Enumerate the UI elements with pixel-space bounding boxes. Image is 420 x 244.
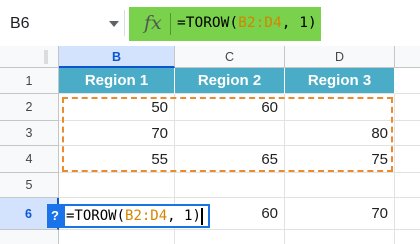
cell-c4[interactable]: 65: [175, 146, 285, 173]
row-header-2[interactable]: 2: [0, 94, 59, 121]
cell-c3[interactable]: [175, 121, 285, 146]
header-cell-region-2[interactable]: Region 2: [175, 68, 285, 94]
toolbar: B6 fx =TOROW(B2:D4, 1): [0, 0, 420, 46]
select-all-corner[interactable]: [0, 46, 59, 68]
cell-e6[interactable]: [395, 198, 420, 230]
cell-editor-b6[interactable]: =TOROW(B2:D4, 1): [63, 204, 210, 228]
editor-prefix: =TOROW(: [66, 208, 126, 224]
column-header-c[interactable]: C: [175, 46, 285, 68]
row-header-1[interactable]: 1: [0, 68, 59, 94]
formula-bar[interactable]: fx =TOROW(B2:D4, 1): [129, 7, 321, 41]
formula-prefix: =TOROW(: [177, 15, 239, 31]
cell-d7[interactable]: [285, 230, 395, 244]
formula-text[interactable]: =TOROW(B2:D4, 1): [177, 15, 317, 31]
row-header-4[interactable]: 4: [0, 146, 59, 173]
cell-c5[interactable]: [175, 173, 285, 198]
row-header-7[interactable]: [0, 230, 59, 244]
cell-c7[interactable]: [175, 230, 285, 244]
cell-d6[interactable]: 70: [285, 198, 395, 230]
cell-e3[interactable]: [395, 121, 420, 146]
text-cursor: [200, 207, 203, 225]
formula-help-button[interactable]: ?: [47, 204, 63, 228]
cell-e4[interactable]: [395, 146, 420, 173]
cell-d3[interactable]: 80: [285, 121, 395, 146]
name-box[interactable]: B6: [6, 11, 119, 37]
editor-suffix: , 1): [167, 208, 201, 224]
header-cell-region-3[interactable]: Region 3: [285, 68, 395, 94]
row-header-5[interactable]: 5: [0, 173, 59, 198]
formula-suffix: , 1): [281, 15, 317, 31]
divider: [124, 10, 125, 36]
spreadsheet-grid: B C D 1 2 3 4 5 6 Region 1 Region 2 Regi…: [0, 46, 420, 244]
header-cell-region-1[interactable]: Region 1: [59, 68, 175, 94]
editor-range-ref: B2:D4: [125, 208, 168, 224]
column-header-d[interactable]: D: [285, 46, 395, 68]
cell-d4[interactable]: 75: [285, 146, 395, 173]
cell-e1[interactable]: [395, 68, 420, 94]
cell-d2[interactable]: [285, 94, 395, 121]
name-box-value: B6: [10, 15, 30, 32]
chevron-down-icon[interactable]: [109, 21, 119, 27]
row-header-3[interactable]: 3: [0, 121, 59, 146]
cell-b3[interactable]: 70: [59, 121, 175, 146]
cell-b2[interactable]: 50: [59, 94, 175, 121]
cell-b4[interactable]: 55: [59, 146, 175, 173]
cell-d5[interactable]: [285, 173, 395, 198]
formula-range-ref: B2:D4: [238, 15, 282, 31]
fx-icon: fx: [144, 12, 162, 34]
column-header-e[interactable]: [395, 46, 420, 68]
cell-c2[interactable]: 60: [175, 94, 285, 121]
cell-b7[interactable]: [59, 230, 175, 244]
cell-e5[interactable]: [395, 173, 420, 198]
cell-b5[interactable]: [59, 173, 175, 198]
column-header-b[interactable]: B: [59, 46, 175, 68]
cell-e2[interactable]: [395, 94, 420, 121]
freeze-handle[interactable]: [44, 50, 48, 64]
divider: [170, 13, 171, 35]
